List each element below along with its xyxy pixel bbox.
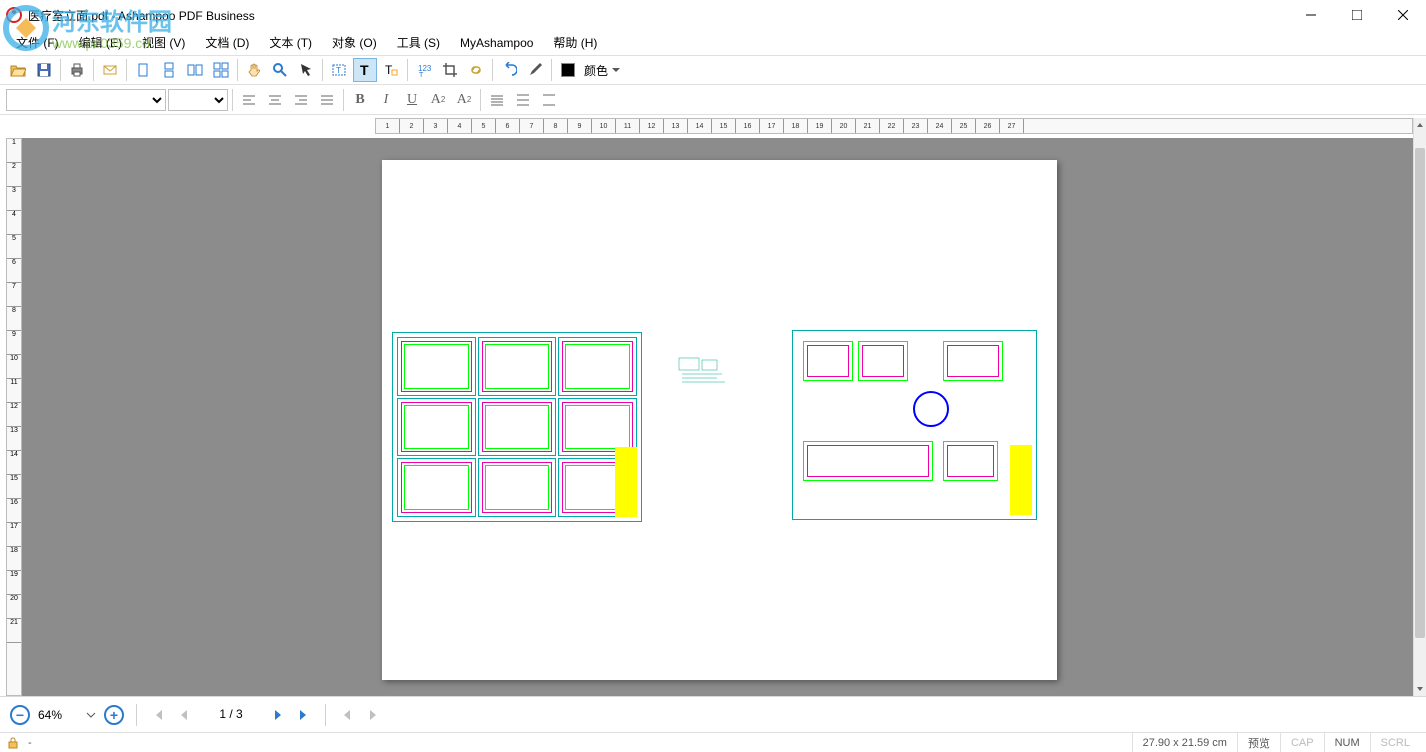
- forward-button[interactable]: [364, 706, 382, 724]
- format-toolbar: B I U A2 A2: [0, 85, 1426, 115]
- insert-text-button[interactable]: 123T: [412, 58, 436, 82]
- bold-button[interactable]: B: [348, 88, 372, 112]
- minimize-button[interactable]: [1288, 0, 1334, 30]
- last-page-button[interactable]: [295, 706, 313, 724]
- status-bar: - 27.90 x 21.59 cm 预览 CAP NUM SCRL: [0, 732, 1426, 752]
- save-button[interactable]: [32, 58, 56, 82]
- menu-file[interactable]: 文件 (F): [8, 32, 67, 53]
- scrollbar-thumb[interactable]: [1415, 148, 1425, 638]
- back-button[interactable]: [338, 706, 356, 724]
- zoom-in-button[interactable]: +: [104, 705, 124, 725]
- cad-drawing-left: [392, 332, 642, 522]
- crop-tool[interactable]: [438, 58, 462, 82]
- font-size-select[interactable]: [168, 89, 228, 111]
- status-cap: CAP: [1280, 733, 1324, 752]
- maximize-button[interactable]: [1334, 0, 1380, 30]
- color-picker[interactable]: [556, 58, 580, 82]
- font-family-select[interactable]: [6, 89, 166, 111]
- continuous-button[interactable]: [157, 58, 181, 82]
- svg-text:T: T: [360, 62, 369, 78]
- mail-button[interactable]: [98, 58, 122, 82]
- menu-document[interactable]: 文档 (D): [197, 32, 257, 53]
- zoom-dropdown-arrow[interactable]: [86, 710, 96, 720]
- two-page-button[interactable]: [183, 58, 207, 82]
- first-page-button[interactable]: [149, 706, 167, 724]
- prev-page-button[interactable]: [175, 706, 193, 724]
- menu-object[interactable]: 对象 (O): [324, 32, 385, 53]
- open-button[interactable]: [6, 58, 30, 82]
- scroll-up-arrow[interactable]: [1414, 118, 1426, 132]
- titlebar: 医疗室立面.pdf - Ashampoo PDF Business: [0, 0, 1426, 30]
- single-page-button[interactable]: [131, 58, 155, 82]
- menu-text[interactable]: 文本 (T): [261, 32, 320, 53]
- document-viewport[interactable]: [22, 138, 1413, 696]
- zoom-value: 64%: [38, 708, 78, 722]
- svg-text:T: T: [336, 66, 341, 75]
- line-spacing-3-button[interactable]: [537, 88, 561, 112]
- cad-drawing-mid: [677, 356, 732, 388]
- subscript-button[interactable]: A2: [452, 88, 476, 112]
- scroll-down-arrow[interactable]: [1414, 682, 1426, 696]
- select-tool[interactable]: [294, 58, 318, 82]
- status-dash: -: [28, 737, 32, 749]
- brush-tool[interactable]: [523, 58, 547, 82]
- hand-tool[interactable]: [242, 58, 266, 82]
- cad-drawing-right: [792, 330, 1037, 520]
- vertical-ruler: 123456789101112131415161718192021: [6, 138, 22, 696]
- horizontal-ruler: 1234567891011121314151617181920212223242…: [375, 118, 1413, 134]
- print-button[interactable]: [65, 58, 89, 82]
- window-title: 医疗室立面.pdf - Ashampoo PDF Business: [28, 7, 255, 24]
- pdf-page: [382, 160, 1057, 680]
- menu-help[interactable]: 帮助 (H): [545, 32, 605, 53]
- status-num: NUM: [1324, 733, 1370, 752]
- menu-view[interactable]: 视图 (V): [134, 32, 193, 53]
- lock-icon: [6, 736, 20, 750]
- menu-edit[interactable]: 编辑 (E): [71, 32, 130, 53]
- two-page-cont-button[interactable]: [209, 58, 233, 82]
- status-dimensions: 27.90 x 21.59 cm: [1132, 733, 1237, 752]
- menu-tools[interactable]: 工具 (S): [389, 32, 448, 53]
- vertical-scrollbar[interactable]: [1413, 118, 1426, 696]
- zoom-tool[interactable]: [268, 58, 292, 82]
- page-number-input[interactable]: [201, 705, 261, 725]
- close-button[interactable]: [1380, 0, 1426, 30]
- menu-myashampoo[interactable]: MyAshampoo: [452, 34, 541, 52]
- next-page-button[interactable]: [269, 706, 287, 724]
- align-right-button[interactable]: [289, 88, 313, 112]
- underline-button[interactable]: U: [400, 88, 424, 112]
- line-spacing-1-button[interactable]: [485, 88, 509, 112]
- fill-color-swatch: [561, 63, 575, 77]
- navigation-bar: − 64% +: [0, 696, 1426, 732]
- zoom-out-button[interactable]: −: [10, 705, 30, 725]
- svg-text:T: T: [419, 72, 424, 78]
- status-preview: 预览: [1237, 733, 1280, 752]
- undo-button[interactable]: [497, 58, 521, 82]
- color-dropdown-arrow[interactable]: [612, 68, 620, 72]
- app-icon: [6, 7, 22, 23]
- status-scrl: SCRL: [1370, 733, 1420, 752]
- text-select-tool[interactable]: T: [327, 58, 351, 82]
- line-spacing-2-button[interactable]: [511, 88, 535, 112]
- italic-button[interactable]: I: [374, 88, 398, 112]
- link-tool[interactable]: [464, 58, 488, 82]
- menubar: 文件 (F) 编辑 (E) 视图 (V) 文档 (D) 文本 (T) 对象 (O…: [0, 30, 1426, 55]
- superscript-button[interactable]: A2: [426, 88, 450, 112]
- main-toolbar: T T T 123T 颜色: [0, 55, 1426, 85]
- align-justify-button[interactable]: [315, 88, 339, 112]
- align-center-button[interactable]: [263, 88, 287, 112]
- text-box-tool[interactable]: T: [379, 58, 403, 82]
- text-edit-tool[interactable]: T: [353, 58, 377, 82]
- color-label: 颜色: [584, 62, 608, 79]
- align-left-button[interactable]: [237, 88, 261, 112]
